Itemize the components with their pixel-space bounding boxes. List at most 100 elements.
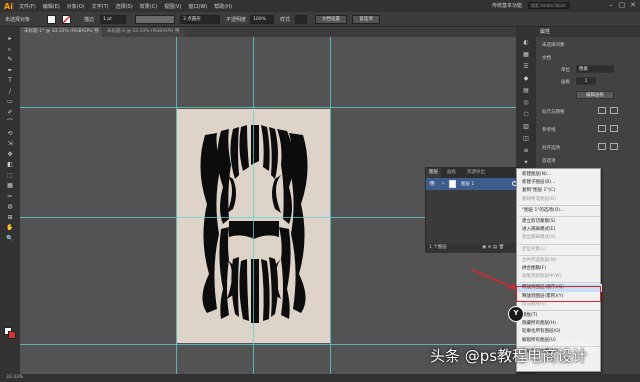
- layers-panel: 图层 画板 资源导出 👁 › 图层 1 1 个图层 ▣ ⊕ ▤ 🗑: [425, 167, 523, 253]
- tab-layers[interactable]: 图层: [426, 168, 441, 178]
- tool-icon[interactable]: ✂: [4, 193, 16, 201]
- context-menu-item[interactable]: 轮廓化所有图层(O): [517, 328, 602, 336]
- menu-item[interactable]: 窗口(W): [188, 3, 207, 10]
- tool-icon[interactable]: ▸: [4, 35, 16, 43]
- app-logo: Ai: [4, 1, 13, 11]
- menu-separator: [519, 254, 600, 256]
- tool-icon[interactable]: ✥: [4, 151, 16, 159]
- maximize-icon[interactable]: ▢: [617, 1, 627, 10]
- menu-item[interactable]: 文件(F): [19, 3, 36, 10]
- tab-document-1[interactable]: 未标题-1* @ 33.33% (RGB/GPU 预览): [20, 27, 102, 44]
- tool-icon[interactable]: ⟲: [4, 130, 16, 138]
- fill-swatch[interactable]: [47, 15, 56, 24]
- context-menu-item[interactable]: 模板(T): [517, 312, 602, 320]
- context-menu-item[interactable]: 隐藏所有图层(H): [517, 320, 602, 328]
- tool-icon[interactable]: ⬚: [4, 172, 16, 180]
- guides-show-icon[interactable]: [598, 125, 606, 132]
- eye-icon[interactable]: 👁: [429, 181, 435, 187]
- panel-icon[interactable]: ▥: [521, 123, 531, 131]
- stroke-weight-field[interactable]: 1 pt: [100, 15, 126, 24]
- tool-icon[interactable]: ◍: [4, 203, 16, 211]
- context-menu-item[interactable]: 进入隔离模式(E): [517, 226, 602, 234]
- context-menu-item[interactable]: 拼合图稿(F): [517, 265, 602, 273]
- opacity-field[interactable]: 100%: [250, 15, 274, 24]
- artboard-field[interactable]: 1: [576, 77, 596, 85]
- tool-icon[interactable]: ✎: [4, 56, 16, 64]
- context-menu-item[interactable]: 新建子图层(B)...: [517, 179, 602, 187]
- context-menu-item[interactable]: "图层 1"的选项(O)...: [517, 207, 602, 215]
- guides-lock-icon[interactable]: [610, 125, 618, 132]
- brush-dropdown[interactable]: 3 点圆形: [180, 15, 220, 24]
- document-section-label: 文档: [542, 56, 551, 61]
- guide-vertical[interactable]: [330, 37, 331, 374]
- panel-icon[interactable]: ◫: [521, 135, 531, 143]
- workspace-switcher[interactable]: 传统基本功能: [492, 2, 522, 9]
- menu-item[interactable]: 效果(C): [140, 3, 157, 10]
- stock-search-input[interactable]: 搜索 Adobe Stock: [528, 2, 570, 9]
- tool-icon[interactable]: ⇲: [4, 140, 16, 148]
- context-menu-item[interactable]: 建立剪切蒙版(S): [517, 218, 602, 226]
- tool-icon[interactable]: ✒: [4, 67, 16, 75]
- stroke-color-swatch[interactable]: [8, 331, 16, 339]
- tool-icon[interactable]: ▭: [4, 98, 16, 106]
- guide-horizontal[interactable]: [20, 107, 516, 108]
- menu-item[interactable]: 视图(V): [164, 3, 181, 10]
- tab-artboards[interactable]: 画板: [444, 168, 459, 178]
- panel-icon[interactable]: ✦: [521, 159, 531, 167]
- panel-icon[interactable]: ≡: [521, 147, 531, 155]
- menu-item[interactable]: 对象(O): [67, 3, 85, 10]
- context-menu-item[interactable]: 新建图层(N)...: [517, 171, 602, 179]
- panel-icon[interactable]: ⬡: [521, 111, 531, 119]
- snap-pixel-icon[interactable]: [610, 143, 618, 150]
- tool-icon[interactable]: ⌒: [4, 119, 16, 127]
- tool-icon[interactable]: ⊞: [4, 214, 16, 222]
- layer-name[interactable]: 图层 1: [461, 181, 474, 187]
- guide-vertical[interactable]: [176, 37, 177, 374]
- units-dropdown[interactable]: 像素: [576, 65, 614, 73]
- variable-width-dropdown[interactable]: [135, 15, 175, 24]
- grid-icon[interactable]: [610, 107, 618, 114]
- stroke-label: 描边: [84, 17, 95, 23]
- tool-icon[interactable]: ✐: [4, 109, 16, 117]
- selection-status: 未选择对象: [5, 17, 31, 23]
- ruler-icon[interactable]: [598, 107, 606, 114]
- edit-artboard-button[interactable]: 编辑画板: [576, 91, 614, 99]
- expand-chevron-icon[interactable]: ›: [442, 180, 444, 187]
- panel-icon[interactable]: ◆: [521, 75, 531, 83]
- context-menu-item[interactable]: 复制"图层 1"(C): [517, 187, 602, 195]
- tab-document-2[interactable]: 未标题-2 @ 33.33% (RGB/GPU 预览): [103, 27, 185, 44]
- preferences-button[interactable]: 首选项: [352, 15, 380, 24]
- menu-item[interactable]: 编辑(E): [43, 3, 60, 10]
- menu-item[interactable]: 选择(S): [116, 3, 133, 10]
- highlight-box: [516, 286, 601, 302]
- layer-row[interactable]: 👁 › 图层 1: [426, 178, 523, 190]
- tool-icon[interactable]: 🔍: [4, 235, 16, 243]
- tab-asset-export[interactable]: 资源导出: [464, 168, 488, 178]
- zoom-level[interactable]: 33.33%: [6, 375, 23, 380]
- menu-item[interactable]: 文字(T): [92, 3, 109, 10]
- style-dropdown[interactable]: [295, 15, 307, 24]
- minimize-icon[interactable]: –: [606, 1, 616, 10]
- tool-icon[interactable]: /: [4, 88, 16, 96]
- menu-item[interactable]: 帮助(H): [214, 3, 232, 10]
- tool-icon[interactable]: ✋: [4, 224, 16, 232]
- layers-footer-icons[interactable]: ▣ ⊕ ▤ 🗑: [482, 243, 504, 253]
- tool-icon[interactable]: ▹: [4, 46, 16, 54]
- panel-icon[interactable]: ◐: [521, 39, 531, 47]
- menu-separator: [519, 216, 600, 217]
- units-label: 单位: [561, 68, 570, 73]
- panel-icon[interactable]: ▤: [521, 87, 531, 95]
- tool-icon[interactable]: ▦: [4, 182, 16, 190]
- doc-setup-button[interactable]: 文档设置: [315, 15, 347, 24]
- panel-icon[interactable]: ◎: [521, 99, 531, 107]
- panel-icon[interactable]: ☰: [521, 63, 531, 71]
- panel-icon[interactable]: ▦: [521, 51, 531, 59]
- stroke-swatch[interactable]: [62, 15, 71, 24]
- guide-vertical[interactable]: [253, 37, 254, 374]
- tool-icon[interactable]: T: [4, 77, 16, 85]
- no-selection-label: 未选择对象: [542, 43, 565, 48]
- snap-point-icon[interactable]: [598, 143, 606, 150]
- context-menu-item: 合并所选图层(M): [522, 257, 557, 263]
- tool-icon[interactable]: ◧: [4, 161, 16, 169]
- close-icon[interactable]: ✕: [628, 1, 638, 10]
